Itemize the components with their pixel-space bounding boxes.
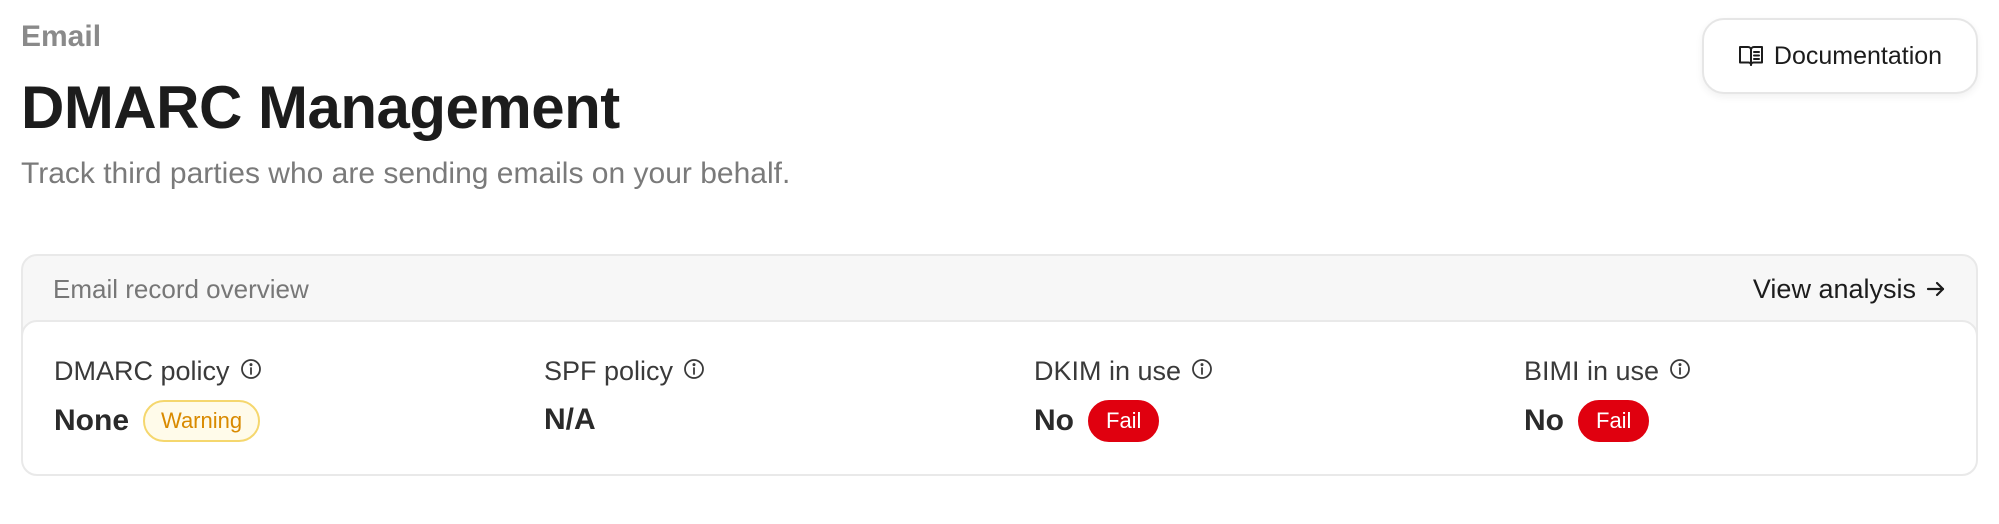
card-body: DMARC policy None Warning SPF policy N/A… bbox=[23, 320, 1976, 474]
card-title: Email record overview bbox=[53, 273, 309, 304]
metric-label: DKIM in use bbox=[1034, 354, 1213, 388]
info-icon[interactable] bbox=[1669, 354, 1691, 388]
metric-label: BIMI in use bbox=[1524, 354, 1691, 388]
view-analysis-label: View analysis bbox=[1752, 273, 1916, 304]
info-icon[interactable] bbox=[1191, 354, 1213, 388]
metric-value: No bbox=[1034, 404, 1074, 437]
page-title: DMARC Management bbox=[21, 74, 620, 141]
metric-label: DMARC policy bbox=[54, 354, 262, 388]
documentation-button[interactable]: Documentation bbox=[1702, 18, 1978, 94]
metric-value-row: None Warning bbox=[54, 400, 262, 442]
card-header: Email record overview View analysis bbox=[23, 256, 1976, 322]
status-badge-fail: Fail bbox=[1088, 400, 1160, 442]
metric-value-row: No Fail bbox=[1524, 400, 1691, 442]
book-icon bbox=[1738, 44, 1764, 68]
info-icon[interactable] bbox=[683, 354, 705, 388]
status-badge-warning: Warning bbox=[143, 400, 261, 442]
documentation-label: Documentation bbox=[1773, 41, 1943, 70]
metric-value: No bbox=[1524, 404, 1564, 437]
view-analysis-link[interactable]: View analysis bbox=[1753, 274, 1946, 305]
breadcrumb[interactable]: Email bbox=[21, 19, 101, 55]
arrow-right-icon bbox=[1926, 274, 1946, 305]
metric-label: SPF policy bbox=[544, 354, 705, 388]
metric-spf-policy: SPF policy N/A bbox=[544, 354, 705, 440]
metric-dkim-in-use: DKIM in use No Fail bbox=[1034, 354, 1213, 442]
metric-label-text: DKIM in use bbox=[1034, 356, 1182, 386]
status-badge-fail: Fail bbox=[1578, 400, 1650, 442]
metric-label-text: BIMI in use bbox=[1524, 356, 1660, 386]
metric-label-text: DMARC policy bbox=[54, 356, 230, 386]
metric-bimi-in-use: BIMI in use No Fail bbox=[1524, 354, 1691, 442]
metric-value: N/A bbox=[544, 403, 596, 436]
metric-dmarc-policy: DMARC policy None Warning bbox=[54, 354, 262, 442]
metric-value-row: No Fail bbox=[1034, 400, 1213, 442]
email-record-overview-card: Email record overview View analysis DMAR… bbox=[21, 254, 1978, 476]
metric-value: None bbox=[54, 404, 129, 437]
metric-value-row: N/A bbox=[544, 400, 705, 440]
info-icon[interactable] bbox=[240, 354, 262, 388]
metric-label-text: SPF policy bbox=[544, 356, 674, 386]
page-subtitle: Track third parties who are sending emai… bbox=[21, 157, 791, 190]
